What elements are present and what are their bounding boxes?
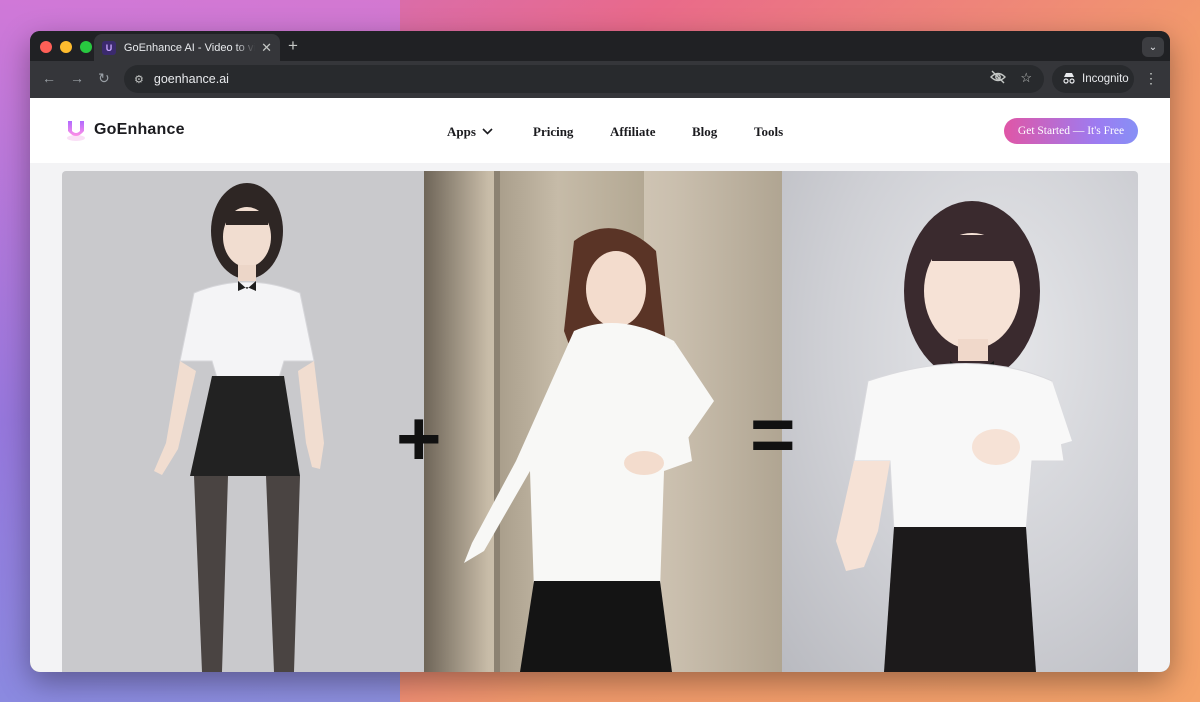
nav-pricing[interactable]: Pricing <box>533 124 610 140</box>
equals-sign: = <box>750 390 796 478</box>
result-anime-video-frame <box>782 171 1138 672</box>
get-started-button[interactable]: Get Started — It's Free <box>1004 118 1138 144</box>
browser-menu-icon[interactable]: ⋮ <box>1144 70 1158 87</box>
browser-toolbar: ← → ↻ ⚙ goenhance.ai ☆ Incognito ⋮ <box>30 61 1170 98</box>
incognito-label: Incognito <box>1082 73 1129 85</box>
minimize-window-button[interactable] <box>60 41 72 53</box>
main-nav: Apps Pricing Affiliate Blog Tools <box>447 124 794 140</box>
chevron-down-icon <box>482 127 493 138</box>
reload-icon[interactable]: ↻ <box>98 70 110 87</box>
maximize-window-button[interactable] <box>80 41 92 53</box>
nav-apps-label: Apps <box>447 124 476 139</box>
tab-search-button[interactable]: ⌄ <box>1142 37 1164 57</box>
nav-tools[interactable]: Tools <box>754 124 794 140</box>
site-header: GoEnhance Apps Pricing Affiliate Blog To… <box>30 98 1170 163</box>
web-page: GoEnhance Apps Pricing Affiliate Blog To… <box>30 98 1170 672</box>
incognito-icon <box>1062 72 1076 87</box>
chevron-down-icon: ⌄ <box>1148 41 1158 53</box>
anime-woman-reference-figure <box>154 183 324 672</box>
nav-affiliate[interactable]: Affiliate <box>610 124 692 140</box>
window-controls <box>40 41 92 53</box>
goenhance-favicon-icon: U <box>102 40 116 55</box>
browser-window: U GoEnhance AI - Video to video ✕ + ⌄ ← … <box>30 31 1170 672</box>
eye-slash-icon[interactable] <box>990 70 1007 87</box>
goenhance-logo-icon <box>67 121 85 141</box>
url-text: goenhance.ai <box>153 72 229 86</box>
new-tab-button[interactable]: + <box>288 36 298 56</box>
browser-tab-active[interactable]: U GoEnhance AI - Video to video ✕ <box>94 34 280 61</box>
tab-title: GoEnhance AI - Video to video <box>123 41 256 54</box>
address-bar[interactable]: ⚙ goenhance.ai ☆ <box>124 65 1044 93</box>
source-video-frame <box>424 171 782 672</box>
nav-apps[interactable]: Apps <box>447 124 533 140</box>
forward-arrow-icon[interactable]: → <box>70 70 84 86</box>
reference-character-image <box>62 171 424 672</box>
hero-image-video-to-video: + = <box>62 171 1138 672</box>
plus-sign: + <box>396 394 442 482</box>
dancing-woman-figure <box>464 228 714 672</box>
tab-close-icon[interactable]: ✕ <box>261 41 272 54</box>
brand-name: GoEnhance <box>94 121 185 138</box>
site-logo[interactable]: GoEnhance <box>64 118 185 142</box>
close-window-button[interactable] <box>40 41 52 53</box>
bookmark-star-icon[interactable]: ☆ <box>1020 70 1032 87</box>
back-arrow-icon[interactable]: ← <box>42 70 56 86</box>
tab-strip: U GoEnhance AI - Video to video ✕ + ⌄ <box>30 31 1170 61</box>
anime-woman-result-figure <box>836 201 1072 672</box>
site-settings-icon[interactable]: ⚙ <box>134 73 144 86</box>
incognito-indicator[interactable]: Incognito <box>1052 65 1134 93</box>
nav-blog[interactable]: Blog <box>692 124 754 140</box>
